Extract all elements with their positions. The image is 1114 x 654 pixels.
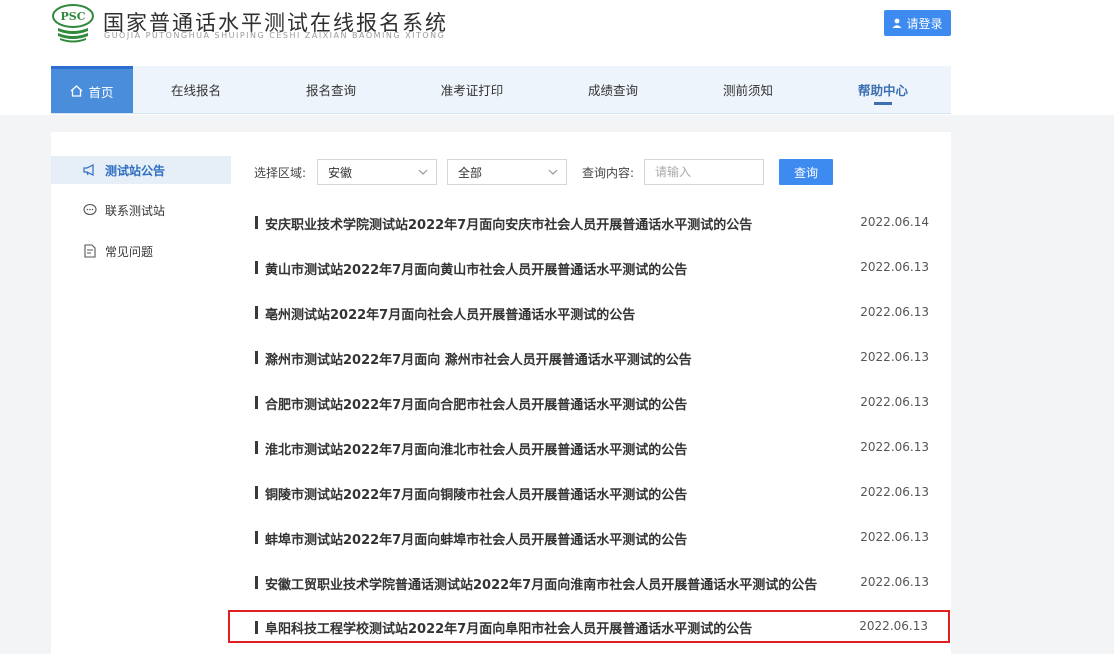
nav-item-register-query[interactable]: 报名查询 [291, 66, 371, 113]
notice-row[interactable]: 安徽工贸职业技术学院普通话测试站2022年7月面向淮南市社会人员开展普通话水平测… [252, 567, 950, 597]
notice-title[interactable]: 铜陵市测试站2022年7月面向铜陵市社会人员开展普通话水平测试的公告 [265, 484, 687, 503]
query-button[interactable]: 查询 [779, 159, 833, 185]
notice-row[interactable]: 淮北市测试站2022年7月面向淮北市社会人员开展普通话水平测试的公告 2022.… [252, 432, 950, 462]
notice-marker [255, 396, 258, 409]
notice-title[interactable]: 合肥市测试站2022年7月面向合肥市社会人员开展普通话水平测试的公告 [265, 394, 687, 413]
login-label: 请登录 [906, 16, 943, 31]
nav-item-ticket-print[interactable]: 准考证打印 [426, 66, 518, 113]
notice-marker [255, 351, 258, 364]
notice-date: 2022.06.13 [860, 395, 929, 409]
notice-marker [255, 216, 258, 229]
notice-title[interactable]: 蚌埠市测试站2022年7月面向蚌埠市社会人员开展普通话水平测试的公告 [265, 529, 687, 548]
sidebar-item-label: 测试站公告 [105, 163, 166, 178]
notice-date: 2022.06.13 [860, 350, 929, 364]
nav-item-pre-test-notes[interactable]: 测前须知 [708, 66, 788, 113]
notice-row[interactable]: 滁州市测试站2022年7月面向 滁州市社会人员开展普通话水平测试的公告 2022… [252, 342, 950, 372]
notice-date: 2022.06.13 [860, 575, 929, 589]
query-label: 查询内容: [582, 166, 635, 180]
notice-date: 2022.06.13 [859, 619, 928, 633]
notice-title[interactable]: 黄山市测试站2022年7月面向黄山市社会人员开展普通话水平测试的公告 [265, 259, 687, 278]
nav-label: 在线报名 [170, 83, 221, 98]
notice-title[interactable]: 安徽工贸职业技术学院普通话测试站2022年7月面向淮南市社会人员开展普通话水平测… [265, 574, 817, 593]
main-nav: 首页 在线报名 报名查询 准考证打印 成绩查询 测前须知 帮助中心 [51, 66, 951, 114]
province-select[interactable]: 安徽 [317, 159, 437, 185]
notice-marker [255, 261, 258, 274]
notice-marker [255, 576, 258, 589]
nav-label: 准考证打印 [440, 83, 504, 98]
notice-title[interactable]: 滁州市测试站2022年7月面向 滁州市社会人员开展普通话水平测试的公告 [265, 349, 692, 368]
login-button[interactable]: 请登录 [884, 10, 951, 36]
notice-row-highlighted[interactable]: 阜阳科技工程学校测试站2022年7月面向阜阳市社会人员开展普通话水平测试的公告 … [228, 610, 950, 643]
nav-label: 测前须知 [722, 83, 773, 98]
city-select[interactable]: 全部 [447, 159, 567, 185]
nav-item-score-query[interactable]: 成绩查询 [573, 66, 653, 113]
notice-date: 2022.06.13 [860, 440, 929, 454]
sidebar-item-label: 联系测试站 [105, 203, 166, 218]
notice-date: 2022.06.13 [860, 305, 929, 319]
site-subtitle: GUOJIA PUTONGHUA SHUIPING CESHI ZAIXIAN … [104, 31, 446, 40]
notice-title[interactable]: 亳州测试站2022年7月面向社会人员开展普通话水平测试的公告 [265, 304, 635, 323]
notice-row[interactable]: 亳州测试站2022年7月面向社会人员开展普通话水平测试的公告 2022.06.1… [252, 297, 950, 327]
notice-title[interactable]: 阜阳科技工程学校测试站2022年7月面向阜阳市社会人员开展普通话水平测试的公告 [265, 618, 752, 637]
region-label: 选择区域: [254, 166, 307, 180]
notice-marker [255, 531, 258, 544]
notice-date: 2022.06.13 [860, 485, 929, 499]
query-input[interactable] [644, 159, 764, 185]
main-content: 测试站公告 联系测试站 常见问题 选择区域: 安徽 全部 查询内容: 查询 安庆… [51, 132, 951, 654]
chevron-down-icon [548, 169, 558, 175]
notice-date: 2022.06.14 [860, 215, 929, 229]
nav-item-help-center[interactable]: 帮助中心 [843, 66, 923, 113]
notice-row[interactable]: 铜陵市测试站2022年7月面向铜陵市社会人员开展普通话水平测试的公告 2022.… [252, 477, 950, 507]
sidebar-item-faq[interactable]: 常见问题 [51, 237, 231, 265]
nav-label-home: 首页 [88, 84, 114, 100]
nav-label: 帮助中心 [857, 83, 908, 98]
sidebar-item-notices[interactable]: 测试站公告 [51, 156, 231, 184]
notice-marker [255, 306, 258, 319]
notice-title[interactable]: 安庆职业技术学院测试站2022年7月面向安庆市社会人员开展普通话水平测试的公告 [265, 214, 752, 233]
psc-logo[interactable]: PSC [52, 4, 94, 44]
notice-row[interactable]: 安庆职业技术学院测试站2022年7月面向安庆市社会人员开展普通话水平测试的公告 … [252, 207, 950, 237]
nav-item-online-register[interactable]: 在线报名 [156, 66, 236, 113]
city-value: 全部 [458, 165, 483, 180]
header: PSC 国家普通话水平测试在线报名系统 GUOJIA PUTONGHUA SHU… [0, 0, 1114, 115]
nav-label: 成绩查询 [587, 83, 638, 98]
nav-item-home[interactable]: 首页 [51, 66, 133, 113]
notice-marker [255, 441, 258, 454]
notice-row[interactable]: 蚌埠市测试站2022年7月面向蚌埠市社会人员开展普通话水平测试的公告 2022.… [252, 522, 950, 552]
notice-marker [255, 621, 258, 634]
nav-label: 报名查询 [305, 83, 356, 98]
sidebar-item-contact[interactable]: 联系测试站 [51, 196, 231, 224]
notice-title[interactable]: 淮北市测试站2022年7月面向淮北市社会人员开展普通话水平测试的公告 [265, 439, 687, 458]
user-icon [892, 18, 902, 28]
home-icon [71, 85, 83, 97]
notice-row[interactable]: 黄山市测试站2022年7月面向黄山市社会人员开展普通话水平测试的公告 2022.… [252, 252, 950, 282]
chevron-down-icon [418, 169, 428, 175]
notice-date: 2022.06.13 [860, 530, 929, 544]
notice-date: 2022.06.13 [860, 260, 929, 274]
document-icon [84, 244, 96, 258]
notice-marker [255, 486, 258, 499]
sidebar-item-label: 常见问题 [105, 244, 154, 259]
chat-icon [83, 203, 97, 216]
province-value: 安徽 [328, 165, 353, 180]
logo-text: PSC [61, 10, 86, 23]
notice-row[interactable]: 合肥市测试站2022年7月面向合肥市社会人员开展普通话水平测试的公告 2022.… [252, 387, 950, 417]
megaphone-icon [83, 164, 94, 176]
